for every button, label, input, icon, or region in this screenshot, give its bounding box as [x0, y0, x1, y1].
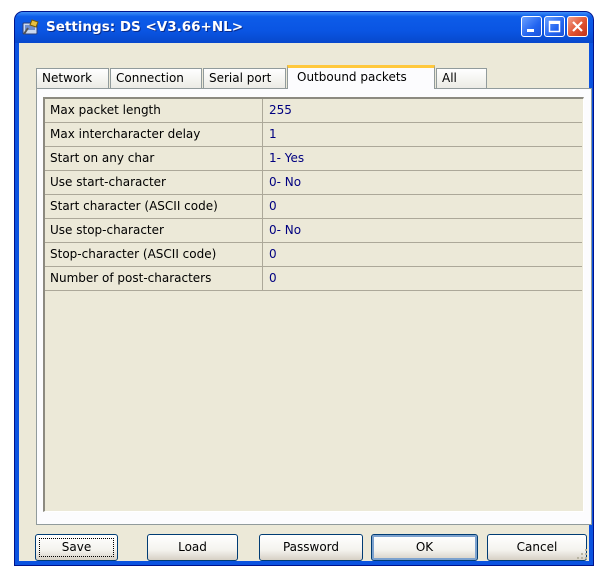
- setting-name: Number of post-characters: [45, 267, 263, 290]
- minimize-icon: [527, 29, 534, 32]
- maximize-button[interactable]: [544, 16, 565, 37]
- setting-value[interactable]: 0: [269, 195, 277, 218]
- close-icon: [572, 21, 583, 32]
- settings-grid: Max packet length 255 Max intercharacter…: [43, 97, 584, 512]
- maximize-icon: [548, 20, 561, 33]
- setting-name: Use stop-character: [45, 219, 263, 242]
- setting-value[interactable]: 0- No: [269, 219, 301, 242]
- settings-row[interactable]: Use stop-character 0- No: [45, 219, 582, 243]
- setting-name: Max packet length: [45, 99, 263, 122]
- ok-button[interactable]: OK: [371, 534, 478, 561]
- tab-panel: Max packet length 255 Max intercharacter…: [36, 88, 592, 525]
- resize-grip-icon[interactable]: [575, 547, 588, 560]
- settings-app-icon[interactable]: [22, 19, 40, 36]
- tab-network[interactable]: Network: [36, 68, 109, 88]
- cancel-button[interactable]: Cancel: [487, 534, 587, 561]
- window-title: Settings: DS <V3.66+NL>: [46, 19, 244, 35]
- setting-value[interactable]: 1- Yes: [269, 147, 304, 170]
- button-bar: Save Load Password OK Cancel: [19, 534, 589, 574]
- save-button[interactable]: Save: [35, 534, 118, 561]
- tab-connection[interactable]: Connection: [110, 68, 202, 88]
- setting-name: Start character (ASCII code): [45, 195, 263, 218]
- settings-row[interactable]: Start on any char 1- Yes: [45, 147, 582, 171]
- settings-row[interactable]: Stop-character (ASCII code) 0: [45, 243, 582, 267]
- setting-value[interactable]: 0- No: [269, 171, 301, 194]
- setting-name: Max intercharacter delay: [45, 123, 263, 146]
- minimize-button[interactable]: [521, 16, 542, 37]
- settings-row[interactable]: Max intercharacter delay 1: [45, 123, 582, 147]
- settings-window: Settings: DS <V3.66+NL> Network Connecti…: [15, 12, 593, 565]
- setting-name: Use start-character: [45, 171, 263, 194]
- settings-row[interactable]: Use start-character 0- No: [45, 171, 582, 195]
- dialog-client: Network Connection Serial port Outbound …: [19, 43, 592, 561]
- settings-row[interactable]: Number of post-characters 0: [45, 267, 582, 291]
- load-button[interactable]: Load: [147, 534, 238, 561]
- tab-serial-port[interactable]: Serial port: [203, 68, 286, 88]
- settings-row[interactable]: Start character (ASCII code) 0: [45, 195, 582, 219]
- setting-value[interactable]: 0: [269, 243, 277, 266]
- setting-name: Start on any char: [45, 147, 263, 170]
- settings-row[interactable]: Max packet length 255: [45, 99, 582, 123]
- tab-outbound-packets[interactable]: Outbound packets: [287, 65, 435, 89]
- title-bar[interactable]: Settings: DS <V3.66+NL>: [15, 12, 593, 43]
- tab-all[interactable]: All: [436, 68, 487, 88]
- setting-value[interactable]: 0: [269, 267, 277, 290]
- setting-value[interactable]: 1: [269, 123, 277, 146]
- password-button[interactable]: Password: [259, 534, 363, 561]
- close-button[interactable]: [567, 16, 588, 37]
- setting-name: Stop-character (ASCII code): [45, 243, 263, 266]
- setting-value[interactable]: 255: [269, 99, 292, 122]
